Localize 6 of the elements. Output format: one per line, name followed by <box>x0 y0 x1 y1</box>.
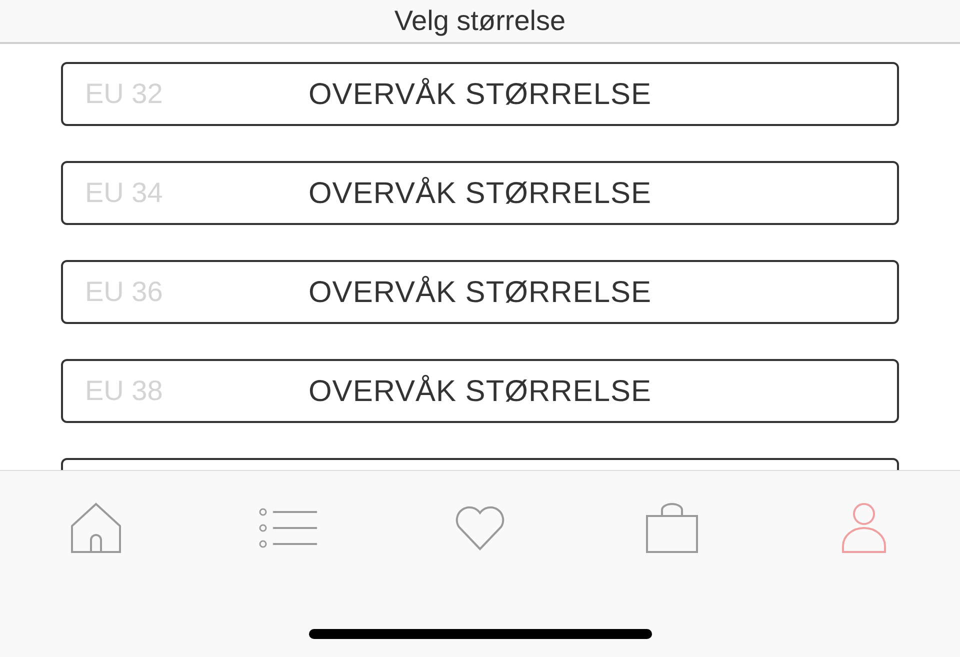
heart-icon <box>454 505 506 551</box>
page-title: Velg størrelse <box>394 4 566 38</box>
bag-icon <box>645 502 699 554</box>
home-icon <box>70 502 122 554</box>
list-icon <box>258 508 318 548</box>
profile-icon <box>841 502 887 554</box>
